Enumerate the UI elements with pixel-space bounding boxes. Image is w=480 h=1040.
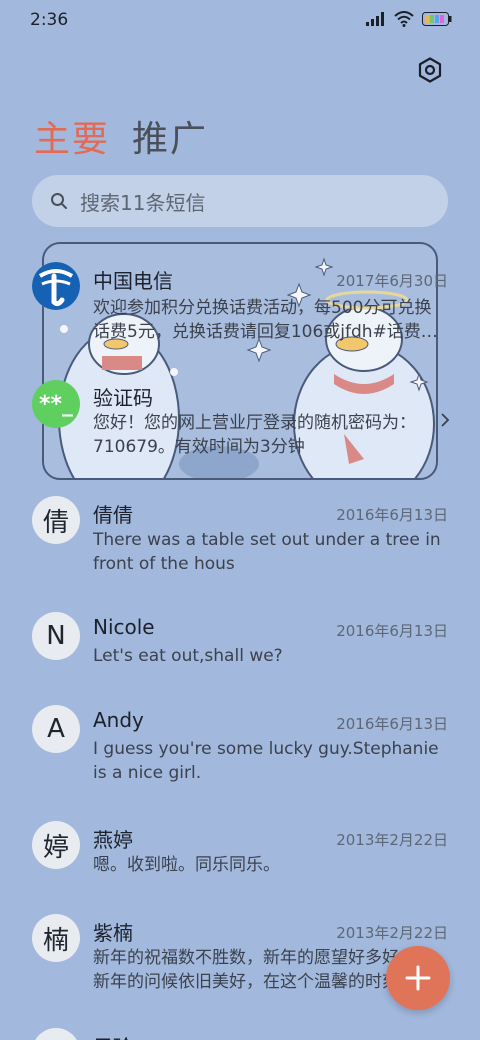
- status-icons: [366, 11, 452, 27]
- contact-name: 中国电信: [93, 269, 173, 293]
- conversation-item[interactable]: 倩 倩倩 2016年6月13日 There was a table set ou…: [0, 496, 480, 586]
- contact-avatar: 倩: [32, 496, 80, 544]
- tab-promotions[interactable]: 推广: [132, 110, 208, 162]
- chevron-right-icon: [441, 413, 450, 427]
- contact-name: 倩倩: [93, 503, 133, 527]
- search-placeholder: 搜索11条短信: [80, 190, 206, 215]
- battery-icon: [422, 12, 452, 26]
- conversation-item[interactable]: **_ 验证码 您好！您的网上营业厅登录的随机密码为：710679。有效时间为3…: [0, 378, 480, 468]
- search-input[interactable]: 搜索11条短信: [32, 175, 448, 227]
- conversation-item[interactable]: N Nicole 2016年6月13日 Let's eat out,shall …: [0, 612, 480, 682]
- contact-avatar: A: [32, 705, 80, 753]
- gear-icon: [418, 57, 442, 83]
- contact-avatar: 楠: [32, 914, 80, 962]
- plus-icon: [405, 965, 431, 991]
- settings-button[interactable]: [414, 54, 446, 86]
- contact-avatar: [32, 1028, 80, 1040]
- message-date: 2016年6月13日: [336, 715, 448, 733]
- search-icon: [50, 192, 68, 210]
- conversation-item[interactable]: 中国电信 2017年6月30日 欢迎参加积分兑换话费活动，每500分可兑换话费5…: [0, 258, 480, 350]
- message-preview: 嗯。收到啦。同乐同乐。: [93, 855, 280, 875]
- message-date: 2013年2月22日: [336, 831, 448, 849]
- message-preview: There was a table set out under a tree i…: [93, 530, 441, 574]
- contact-avatar: 婷: [32, 821, 80, 869]
- message-date: 2017年6月30日: [336, 272, 448, 290]
- contact-name: 燕婷: [93, 828, 133, 852]
- conversation-item[interactable]: A Andy 2016年6月13日 I guess you're some lu…: [0, 705, 480, 795]
- tab-bar: 主要 推广: [34, 110, 208, 162]
- message-date: 2016年6月13日: [336, 506, 448, 524]
- message-preview: 欢迎参加积分兑换话费活动，每500分可兑换话费5元，兑换话费请回复106或jfd…: [93, 298, 438, 342]
- contact-name: 验证码: [93, 386, 153, 410]
- contact-name: Andy: [93, 708, 144, 732]
- message-preview: Let's eat out,shall we?: [93, 646, 283, 666]
- china-telecom-logo: [32, 262, 80, 310]
- contact-name: 紫楠: [93, 921, 133, 945]
- new-message-button[interactable]: [386, 946, 450, 1010]
- message-preview: I guess you're some lucky guy.Stephanie …: [93, 739, 439, 783]
- contact-avatar: **_: [32, 380, 80, 428]
- contact-avatar: N: [32, 612, 80, 660]
- wifi-icon: [394, 11, 414, 27]
- status-time: 2:36: [30, 10, 69, 30]
- signal-icon: [366, 12, 384, 26]
- tab-main[interactable]: 主要: [34, 110, 110, 162]
- status-bar: 2:36: [0, 0, 480, 42]
- message-preview: 您好！您的网上营业厅登录的随机密码为：710679。有效时间为3分钟: [93, 413, 416, 457]
- message-date: 2013年2月22日: [336, 924, 448, 942]
- message-date: 2016年6月13日: [336, 622, 448, 640]
- contact-name: 子玲: [93, 1031, 133, 1040]
- conversation-item[interactable]: 子玲: [0, 1028, 480, 1040]
- contact-name: Nicole: [93, 615, 155, 639]
- conversation-item[interactable]: 婷 燕婷 2013年2月22日 嗯。收到啦。同乐同乐。: [0, 821, 480, 891]
